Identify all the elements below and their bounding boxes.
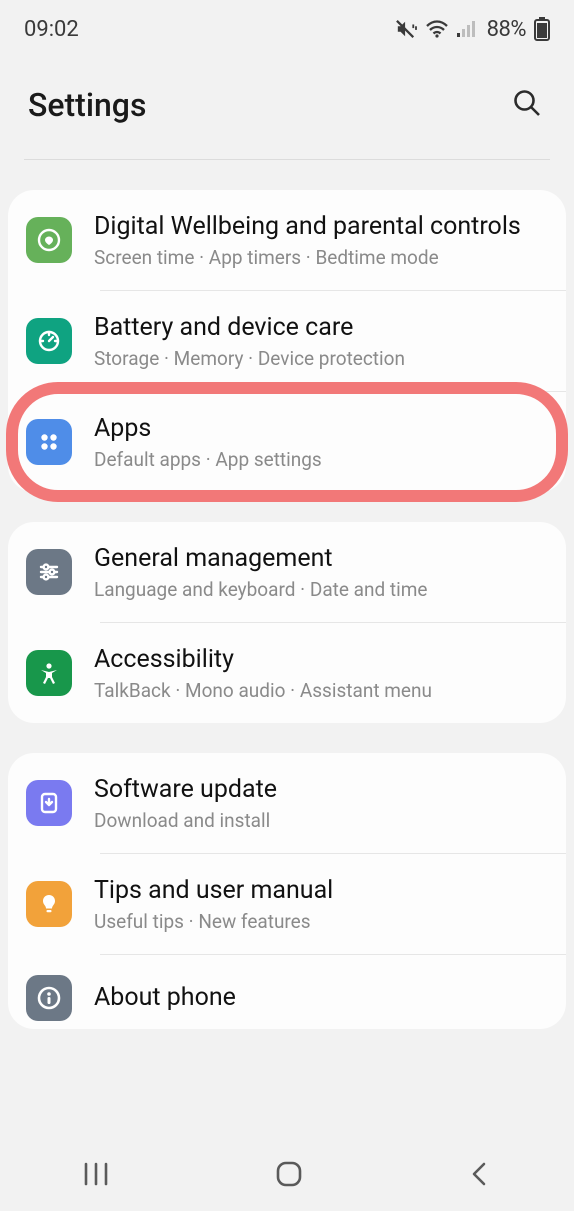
search-button[interactable]	[508, 84, 546, 125]
row-subtitle: Default apps · App settings	[94, 448, 548, 471]
battery-care-icon	[26, 318, 72, 364]
row-title: Software update	[94, 775, 548, 805]
row-text: Tips and user manual Useful tips · New f…	[94, 876, 548, 933]
battery-percent: 88%	[487, 17, 526, 42]
row-text: Apps Default apps · App settings	[94, 414, 548, 471]
status-bar: 09:02 88%	[0, 0, 574, 58]
header-divider	[24, 159, 550, 160]
row-text: Software update Download and install	[94, 775, 548, 832]
row-apps[interactable]: Apps Default apps · App settings	[8, 392, 566, 492]
row-title: General management	[94, 544, 548, 574]
row-about[interactable]: About phone	[8, 955, 566, 1029]
row-subtitle: Screen time · App timers · Bedtime mode	[94, 246, 548, 269]
row-subtitle: Download and install	[94, 809, 548, 832]
settings-list: Digital Wellbeing and parental controls …	[0, 190, 574, 1029]
general-icon	[26, 549, 72, 595]
row-update[interactable]: Software update Download and install	[8, 753, 566, 853]
battery-icon	[534, 17, 550, 41]
system-nav-bar	[0, 1139, 574, 1211]
row-subtitle: Storage · Memory · Device protection	[94, 347, 548, 370]
update-icon	[26, 780, 72, 826]
recents-button[interactable]	[71, 1151, 121, 1200]
search-icon	[512, 106, 542, 121]
row-subtitle: Language and keyboard · Date and time	[94, 578, 548, 601]
mute-vibrate-icon	[395, 19, 417, 39]
row-text: General management Language and keyboard…	[94, 544, 548, 601]
row-subtitle: Useful tips · New features	[94, 910, 548, 933]
row-subtitle: TalkBack · Mono audio · Assistant menu	[94, 679, 548, 702]
back-button[interactable]	[457, 1151, 503, 1200]
home-icon	[274, 1177, 304, 1192]
wifi-icon	[425, 19, 449, 39]
row-tips[interactable]: Tips and user manual Useful tips · New f…	[8, 854, 566, 954]
page-header: Settings	[0, 58, 574, 159]
settings-group: Software update Download and install Tip…	[8, 753, 566, 1029]
row-general[interactable]: General management Language and keyboard…	[8, 522, 566, 622]
status-indicators: 88%	[395, 17, 550, 42]
status-time: 09:02	[24, 17, 79, 42]
row-battery[interactable]: Battery and device care Storage · Memory…	[8, 291, 566, 391]
row-accessibility[interactable]: Accessibility TalkBack · Mono audio · As…	[8, 623, 566, 723]
accessibility-icon	[26, 650, 72, 696]
row-text: Battery and device care Storage · Memory…	[94, 313, 548, 370]
recents-icon	[81, 1175, 111, 1190]
row-title: Battery and device care	[94, 313, 548, 343]
tips-icon	[26, 881, 72, 927]
wellbeing-icon	[26, 217, 72, 263]
apps-icon	[26, 419, 72, 465]
page-title: Settings	[28, 86, 146, 124]
row-title: Digital Wellbeing and parental controls	[94, 212, 548, 242]
row-text: Accessibility TalkBack · Mono audio · As…	[94, 645, 548, 702]
row-text: About phone	[94, 983, 548, 1013]
row-text: Digital Wellbeing and parental controls …	[94, 212, 548, 269]
home-button[interactable]	[264, 1149, 314, 1202]
settings-group: Digital Wellbeing and parental controls …	[8, 190, 566, 492]
row-title: About phone	[94, 983, 548, 1013]
row-title: Tips and user manual	[94, 876, 548, 906]
row-title: Apps	[94, 414, 548, 444]
row-title: Accessibility	[94, 645, 548, 675]
row-wellbeing[interactable]: Digital Wellbeing and parental controls …	[8, 190, 566, 290]
signal-icon	[457, 19, 479, 39]
settings-group: General management Language and keyboard…	[8, 522, 566, 723]
back-icon	[467, 1175, 493, 1190]
about-icon	[26, 975, 72, 1021]
